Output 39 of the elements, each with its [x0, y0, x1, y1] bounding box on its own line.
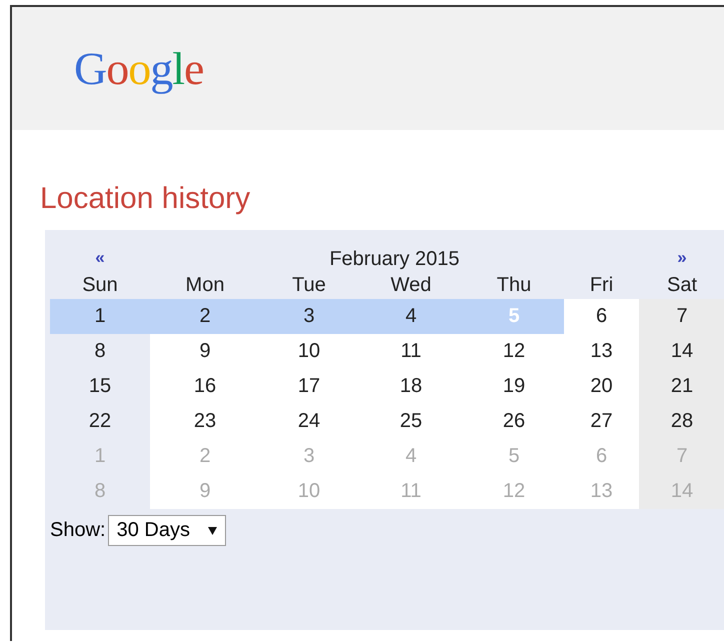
calendar-day[interactable]: 21: [639, 369, 724, 404]
calendar-day[interactable]: 11: [358, 334, 464, 369]
calendar-day[interactable]: 3: [260, 299, 358, 334]
weekday-label: Mon: [184, 273, 226, 298]
calendar-day[interactable]: 16: [150, 369, 260, 404]
weekday-label: Sun: [81, 273, 119, 298]
days-dropdown[interactable]: 30 Days: [108, 515, 226, 546]
weekday-label: Thu: [496, 273, 532, 298]
calendar-day[interactable]: 10: [260, 334, 358, 369]
caret-icon: [208, 526, 217, 534]
calendar-day[interactable]: 6: [564, 299, 639, 334]
month-title: February 2015: [328, 248, 461, 271]
weekday-label: Wed: [390, 273, 432, 298]
calendar-day[interactable]: 25: [358, 404, 464, 439]
page-title: Location history: [39, 181, 252, 217]
weekday-label: Tue: [291, 273, 327, 298]
calendar-day[interactable]: 18: [358, 369, 464, 404]
next-month-link[interactable]: »: [639, 248, 724, 271]
calendar-day[interactable]: 7: [639, 299, 724, 334]
show-label: Show:: [50, 519, 106, 542]
calendar-day[interactable]: 20: [564, 369, 639, 404]
calendar-day[interactable]: 19: [464, 369, 564, 404]
calendar-day[interactable]: 27: [564, 404, 639, 439]
weekday-label: Sat: [666, 273, 698, 298]
previous-month-link[interactable]: «: [50, 248, 150, 271]
calendar-day[interactable]: 2: [150, 299, 260, 334]
calendar-day[interactable]: 1: [50, 299, 150, 334]
weekday-label: Fri: [588, 273, 614, 298]
calendar-day[interactable]: 23: [150, 404, 260, 439]
calendar-day[interactable]: 26: [464, 404, 564, 439]
calendar-day[interactable]: 24: [260, 404, 358, 439]
calendar-day[interactable]: 14: [639, 334, 724, 369]
calendar-day[interactable]: 17: [260, 369, 358, 404]
calendar-day[interactable]: 13: [564, 334, 639, 369]
calendar-day[interactable]: 4: [358, 299, 464, 334]
google-logo[interactable]: Google: [74, 42, 204, 95]
calendar-day[interactable]: 12: [464, 334, 564, 369]
calendar-day[interactable]: 9: [150, 334, 260, 369]
calendar-day[interactable]: 28: [639, 404, 724, 439]
